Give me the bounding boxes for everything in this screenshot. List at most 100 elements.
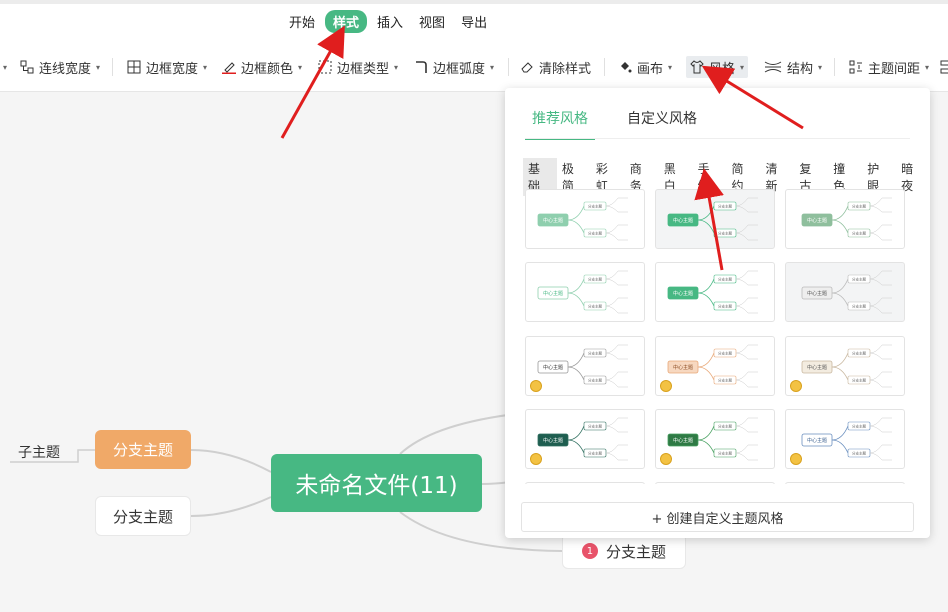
line-width-label: 连线宽度 [39, 61, 92, 77]
style-toolbar: ▾ 连线宽度 ▾ 边框宽度 ▾ 边框颜色 ▾ 边框类型 ▾ 边框弧度 ▾ 清除样… [0, 42, 948, 92]
structure-button[interactable]: 结构 ▾ [764, 56, 822, 78]
svg-text:中心主题: 中心主题 [543, 290, 563, 297]
svg-text:分支主题: 分支主题 [588, 304, 602, 309]
svg-text:中心主题: 中心主题 [673, 290, 693, 297]
toolbar-more-icon[interactable] [940, 56, 948, 78]
style-thumbnail[interactable]: 中心主题 分支主题 分支主题 [525, 262, 645, 322]
border-type-label: 边框类型 [337, 61, 390, 77]
premium-coin-icon [530, 380, 542, 392]
svg-text:分支主题: 分支主题 [852, 451, 866, 456]
thumbnail-preview: 中心主题分支主题分支主题 [537, 344, 628, 388]
border-color-button[interactable]: 边框颜色 ▾ [222, 56, 302, 78]
branch-topic-label: 分支主题 [112, 441, 173, 459]
style-thumbnail[interactable] [785, 482, 905, 484]
central-topic[interactable]: 未命名文件(11) [271, 454, 482, 512]
pencil-icon [222, 60, 236, 74]
line-width-button[interactable]: 连线宽度 ▾ [20, 56, 100, 78]
svg-text:中心主题: 中心主题 [543, 217, 563, 224]
svg-text:中心主题: 中心主题 [673, 217, 693, 224]
canvas-label: 画布 [637, 61, 664, 77]
svg-text:分支主题: 分支主题 [588, 277, 602, 282]
svg-text:分支主题: 分支主题 [852, 277, 866, 282]
border-radius-label: 边框弧度 [433, 61, 486, 77]
svg-text:分支主题: 分支主题 [852, 304, 866, 309]
border-width-label: 边框宽度 [146, 61, 199, 77]
toolbar-divider [604, 58, 605, 76]
premium-coin-icon [790, 380, 802, 392]
menu-insert[interactable]: 插入 [371, 10, 409, 33]
tab-recommended[interactable]: 推荐风格 [525, 108, 595, 140]
svg-text:分支主题: 分支主题 [588, 231, 602, 236]
svg-text:分支主题: 分支主题 [718, 378, 732, 383]
style-thumbnail[interactable]: 中心主题 分支主题 分支主题 [655, 409, 775, 469]
style-thumbnail-grid: 中心主题 分支主题 分支主题 中心主题 分支主题 分支主题 中心主题 分支主题 分支主题 中心主题… [525, 189, 911, 484]
svg-text:中心主题: 中心主题 [673, 437, 693, 444]
branch-topic-selected[interactable]: 分支主题 [95, 430, 191, 469]
subtopic-node[interactable]: 子主题 [18, 442, 60, 462]
eraser-icon [520, 60, 534, 74]
thumbnail-preview: 中心主题分支主题分支主题 [537, 197, 628, 241]
svg-text:分支主题: 分支主题 [718, 451, 732, 456]
thumbnail-preview: 中心主题分支主题分支主题 [801, 197, 892, 241]
style-thumbnail[interactable]: 中心主题 分支主题 分支主题 [525, 189, 645, 249]
toolbar-overflow-caret[interactable]: ▾ [0, 56, 7, 78]
branch-topic-numbered[interactable]: 1 分支主题 [562, 533, 686, 569]
style-thumbnail[interactable]: 中心主题 分支主题 分支主题 [785, 189, 905, 249]
central-topic-label: 未命名文件(11) [295, 473, 458, 499]
premium-coin-icon [660, 380, 672, 392]
style-thumbnail[interactable]: 中心主题 分支主题 分支主题 [655, 262, 775, 322]
svg-text:分支主题: 分支主题 [588, 351, 602, 356]
svg-text:分支主题: 分支主题 [718, 277, 732, 282]
canvas-button[interactable]: 画布 ▾ [618, 56, 672, 78]
corner-radius-icon [414, 60, 428, 74]
branch-topic-label: 分支主题 [112, 507, 173, 526]
style-thumbnail[interactable]: 中心主题 分支主题 分支主题 [785, 409, 905, 469]
thumbnail-preview: 中心主题分支主题分支主题 [667, 197, 758, 241]
style-thumbnail[interactable]: 中心主题 分支主题 分支主题 [525, 409, 645, 469]
menu-start[interactable]: 开始 [283, 10, 321, 33]
chevron-down-icon: ▾ [818, 62, 823, 72]
svg-text:分支主题: 分支主题 [852, 424, 866, 429]
top-divider [0, 0, 948, 4]
premium-coin-icon [660, 453, 672, 465]
style-thumbnail[interactable]: 中心主题 分支主题 分支主题 [525, 336, 645, 396]
style-thumbnail[interactable] [525, 482, 645, 484]
border-radius-button[interactable]: 边框弧度 ▾ [414, 56, 494, 78]
branch-topic[interactable]: 分支主题 [95, 496, 191, 536]
branch-topic-label: 分支主题 [605, 542, 666, 561]
thumbnail-preview: 中心主题分支主题分支主题 [801, 270, 892, 314]
menu-view[interactable]: 视图 [413, 10, 451, 33]
style-thumbnail[interactable]: 中心主题 分支主题 分支主题 [655, 336, 775, 396]
create-custom-style-button[interactable]: + 创建自定义主题风格 [521, 502, 914, 532]
style-thumbnail[interactable] [655, 482, 775, 484]
style-thumbnail[interactable]: 中心主题 分支主题 分支主题 [785, 262, 905, 322]
style-thumbnail[interactable]: 中心主题 分支主题 分支主题 [655, 189, 775, 249]
svg-text:分支主题: 分支主题 [718, 231, 732, 236]
chevron-down-icon: ▾ [740, 62, 745, 72]
svg-text:分支主题: 分支主题 [718, 424, 732, 429]
toolbar-divider [834, 58, 835, 76]
structure-label: 结构 [787, 61, 814, 77]
border-type-button[interactable]: 边框类型 ▾ [318, 56, 398, 78]
svg-text:分支主题: 分支主题 [588, 424, 602, 429]
svg-text:分支主题: 分支主题 [588, 451, 602, 456]
line-width-icon [20, 60, 34, 74]
menu-style[interactable]: 样式 [325, 10, 368, 33]
toolbar-divider [508, 58, 509, 76]
chevron-down-icon: ▾ [298, 62, 303, 72]
menu-export[interactable]: 导出 [455, 10, 493, 33]
tab-custom[interactable]: 自定义风格 [627, 108, 697, 140]
border-width-button[interactable]: 边框宽度 ▾ [127, 56, 207, 78]
clear-style-label: 清除样式 [539, 61, 592, 77]
svg-text:中心主题: 中心主题 [807, 364, 827, 371]
svg-text:分支主题: 分支主题 [718, 204, 732, 209]
border-color-label: 边框颜色 [241, 61, 294, 77]
svg-text:分支主题: 分支主题 [852, 204, 866, 209]
clear-style-button[interactable]: 清除样式 [520, 56, 591, 78]
svg-text:中心主题: 中心主题 [543, 437, 563, 444]
topic-spacing-button[interactable]: 主题间距 ▾ [849, 56, 929, 78]
chevron-down-icon: ▾ [925, 62, 930, 72]
style-thumbnail[interactable]: 中心主题 分支主题 分支主题 [785, 336, 905, 396]
theme-style-button[interactable]: 风格 ▾ [686, 56, 749, 78]
structure-icon [764, 60, 782, 74]
